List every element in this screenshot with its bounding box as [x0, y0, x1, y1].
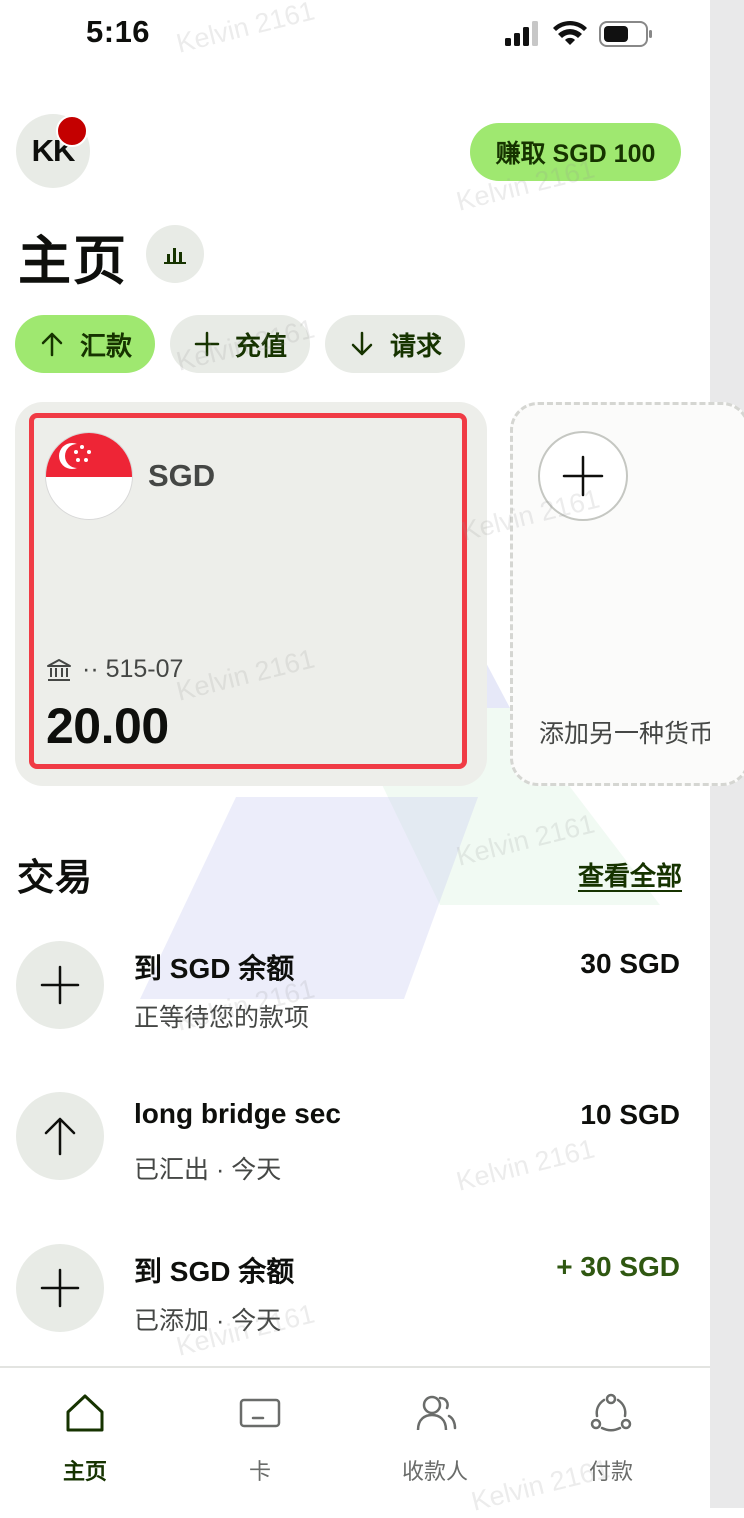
transaction-amount: + 30 SGD: [556, 1251, 680, 1282]
transaction-icon: [16, 941, 104, 1029]
transaction-icon: [16, 1244, 104, 1332]
transaction-amount: 10 SGD: [580, 1099, 680, 1130]
wifi-icon: [553, 20, 587, 45]
transaction-title[interactable]: 到 SGD 余额: [134, 1250, 294, 1290]
transaction-amount: 30 SGD: [580, 948, 680, 979]
payments-icon: [590, 1393, 632, 1432]
send-label: 汇款: [79, 330, 132, 361]
transaction-subtitle: 已汇出 · 今天: [134, 1156, 282, 1184]
request-button[interactable]: 请求: [325, 315, 465, 373]
nav-divider: [0, 1366, 710, 1368]
watermark: Kelvin 2161: [453, 1133, 598, 1197]
watermark: Kelvin 2161: [453, 808, 598, 872]
transactions-title: 交易: [17, 857, 93, 898]
plus-icon: [40, 965, 80, 1005]
battery-icon: [599, 21, 652, 47]
bar-chart-icon: [164, 248, 186, 264]
status-time: 5:16: [86, 14, 151, 49]
transaction-title[interactable]: 到 SGD 余额: [134, 947, 294, 987]
nav-card-label: 卡: [248, 1459, 271, 1484]
request-label: 请求: [389, 330, 442, 361]
nav-recipients[interactable]: 收款人: [375, 1390, 495, 1486]
transaction-subtitle: 正等待您的款项: [134, 1004, 310, 1032]
home-icon: [66, 1394, 104, 1432]
earn-reward-button[interactable]: 赚取 SGD 100: [470, 123, 681, 181]
plus-icon: [562, 455, 604, 497]
transaction-title[interactable]: long bridge sec: [134, 1098, 341, 1130]
arrow-up-icon: [44, 1117, 76, 1156]
transaction-subtitle: 已添加 · 今天: [134, 1307, 282, 1335]
insights-button[interactable]: [146, 225, 204, 283]
transaction-icon: [16, 1092, 104, 1180]
singapore-flag-icon: [45, 432, 133, 520]
recipients-icon: [416, 1395, 457, 1431]
arrow-up-icon: [41, 332, 63, 357]
nav-recipients-label: 收款人: [401, 1459, 468, 1484]
add-currency-label: 添加另一种货币: [539, 720, 710, 748]
card-icon: [239, 1398, 281, 1428]
add-currency-button[interactable]: [538, 431, 628, 521]
send-button[interactable]: 汇款: [15, 315, 155, 373]
plus-icon: [40, 1268, 80, 1308]
notification-dot: [56, 115, 88, 147]
account-number-text: ·· 515-07: [82, 655, 184, 683]
signal-icon: [505, 21, 538, 46]
nav-payments[interactable]: 付款: [551, 1390, 671, 1486]
see-all-link[interactable]: 查看全部: [578, 856, 682, 893]
currency-code: SGD: [148, 458, 216, 493]
nav-card[interactable]: 卡: [200, 1390, 320, 1486]
bank-icon: [47, 658, 71, 681]
status-icons: [505, 20, 652, 47]
plus-icon: [194, 331, 220, 357]
top-up-button[interactable]: 充值: [170, 315, 310, 373]
page-title: 主页: [18, 232, 128, 291]
arrow-down-icon: [351, 331, 373, 356]
top-up-label: 充值: [234, 330, 287, 361]
balance-amount: 20.00: [46, 698, 169, 754]
account-number: ·· 515-07: [46, 655, 183, 684]
nav-payments-label: 付款: [588, 1459, 633, 1484]
nav-home[interactable]: 主页: [25, 1390, 145, 1486]
watermark: Kelvin 2161: [173, 0, 318, 59]
nav-home-label: 主页: [62, 1459, 107, 1484]
